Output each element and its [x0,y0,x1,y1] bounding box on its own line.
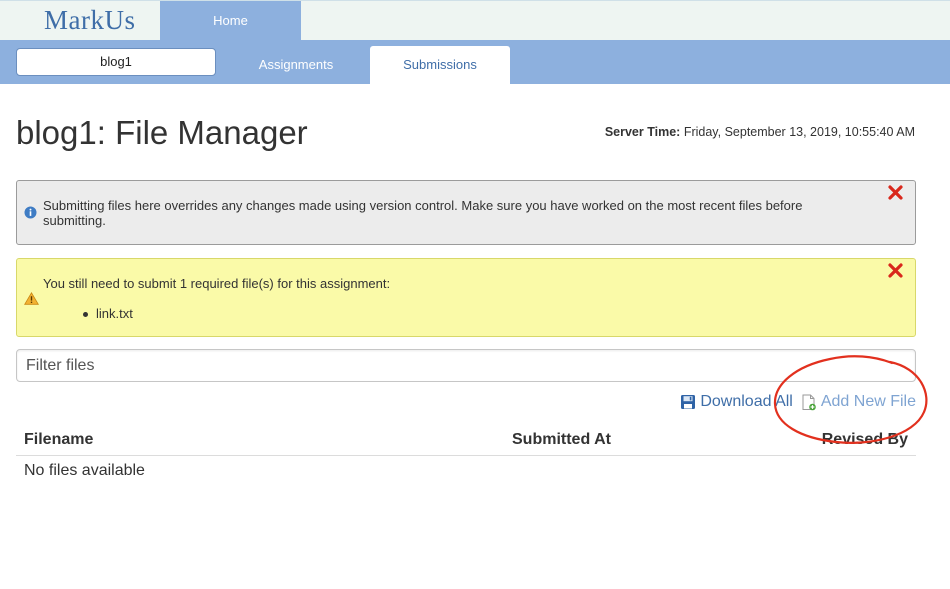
home-tab[interactable]: Home [160,1,301,41]
annotation-circle [773,355,928,444]
warning-icon [23,292,40,308]
tab-assignments[interactable]: Assignments [222,46,370,84]
assignment-selector-value: blog1 [100,54,132,69]
page-title: blog1: File Manager [16,114,308,151]
markus-logo[interactable]: MarkUs [44,5,136,36]
assignment-selector[interactable]: blog1 [16,48,216,76]
main-nav: blog1 Assignments Submissions [0,40,950,84]
required-file-name: link.txt [96,306,133,321]
top-bar: MarkUs Home [0,0,950,41]
required-files-list: link.txt [83,306,133,321]
column-filename[interactable]: Filename [24,431,93,449]
tab-submissions[interactable]: Submissions [370,46,510,84]
info-icon [24,206,37,222]
save-icon [681,395,696,409]
warning-notice: You still need to submit 1 required file… [16,258,916,337]
bullet-icon [83,312,88,318]
tab-assignments-label: Assignments [258,57,334,72]
close-icon[interactable] [888,185,903,203]
column-submitted-at[interactable]: Submitted At [512,431,611,449]
server-time-value: Friday, September 13, 2019, 10:55:40 AM [683,125,915,139]
list-item: link.txt [83,306,133,321]
logo-text: MarkUs [44,5,136,35]
info-notice: Submitting files here overrides any chan… [16,180,916,245]
server-time-label: Server Time: [604,125,681,139]
info-notice-text: Submitting files here overrides any chan… [43,198,803,228]
home-tab-label: Home [213,13,248,28]
empty-table-message: No files available [24,462,145,479]
warning-notice-text: You still need to submit 1 required file… [43,276,391,291]
tab-submissions-label: Submissions [403,57,477,72]
server-time: Server Time: Friday, September 13, 2019,… [605,125,915,139]
close-icon[interactable] [888,263,903,281]
